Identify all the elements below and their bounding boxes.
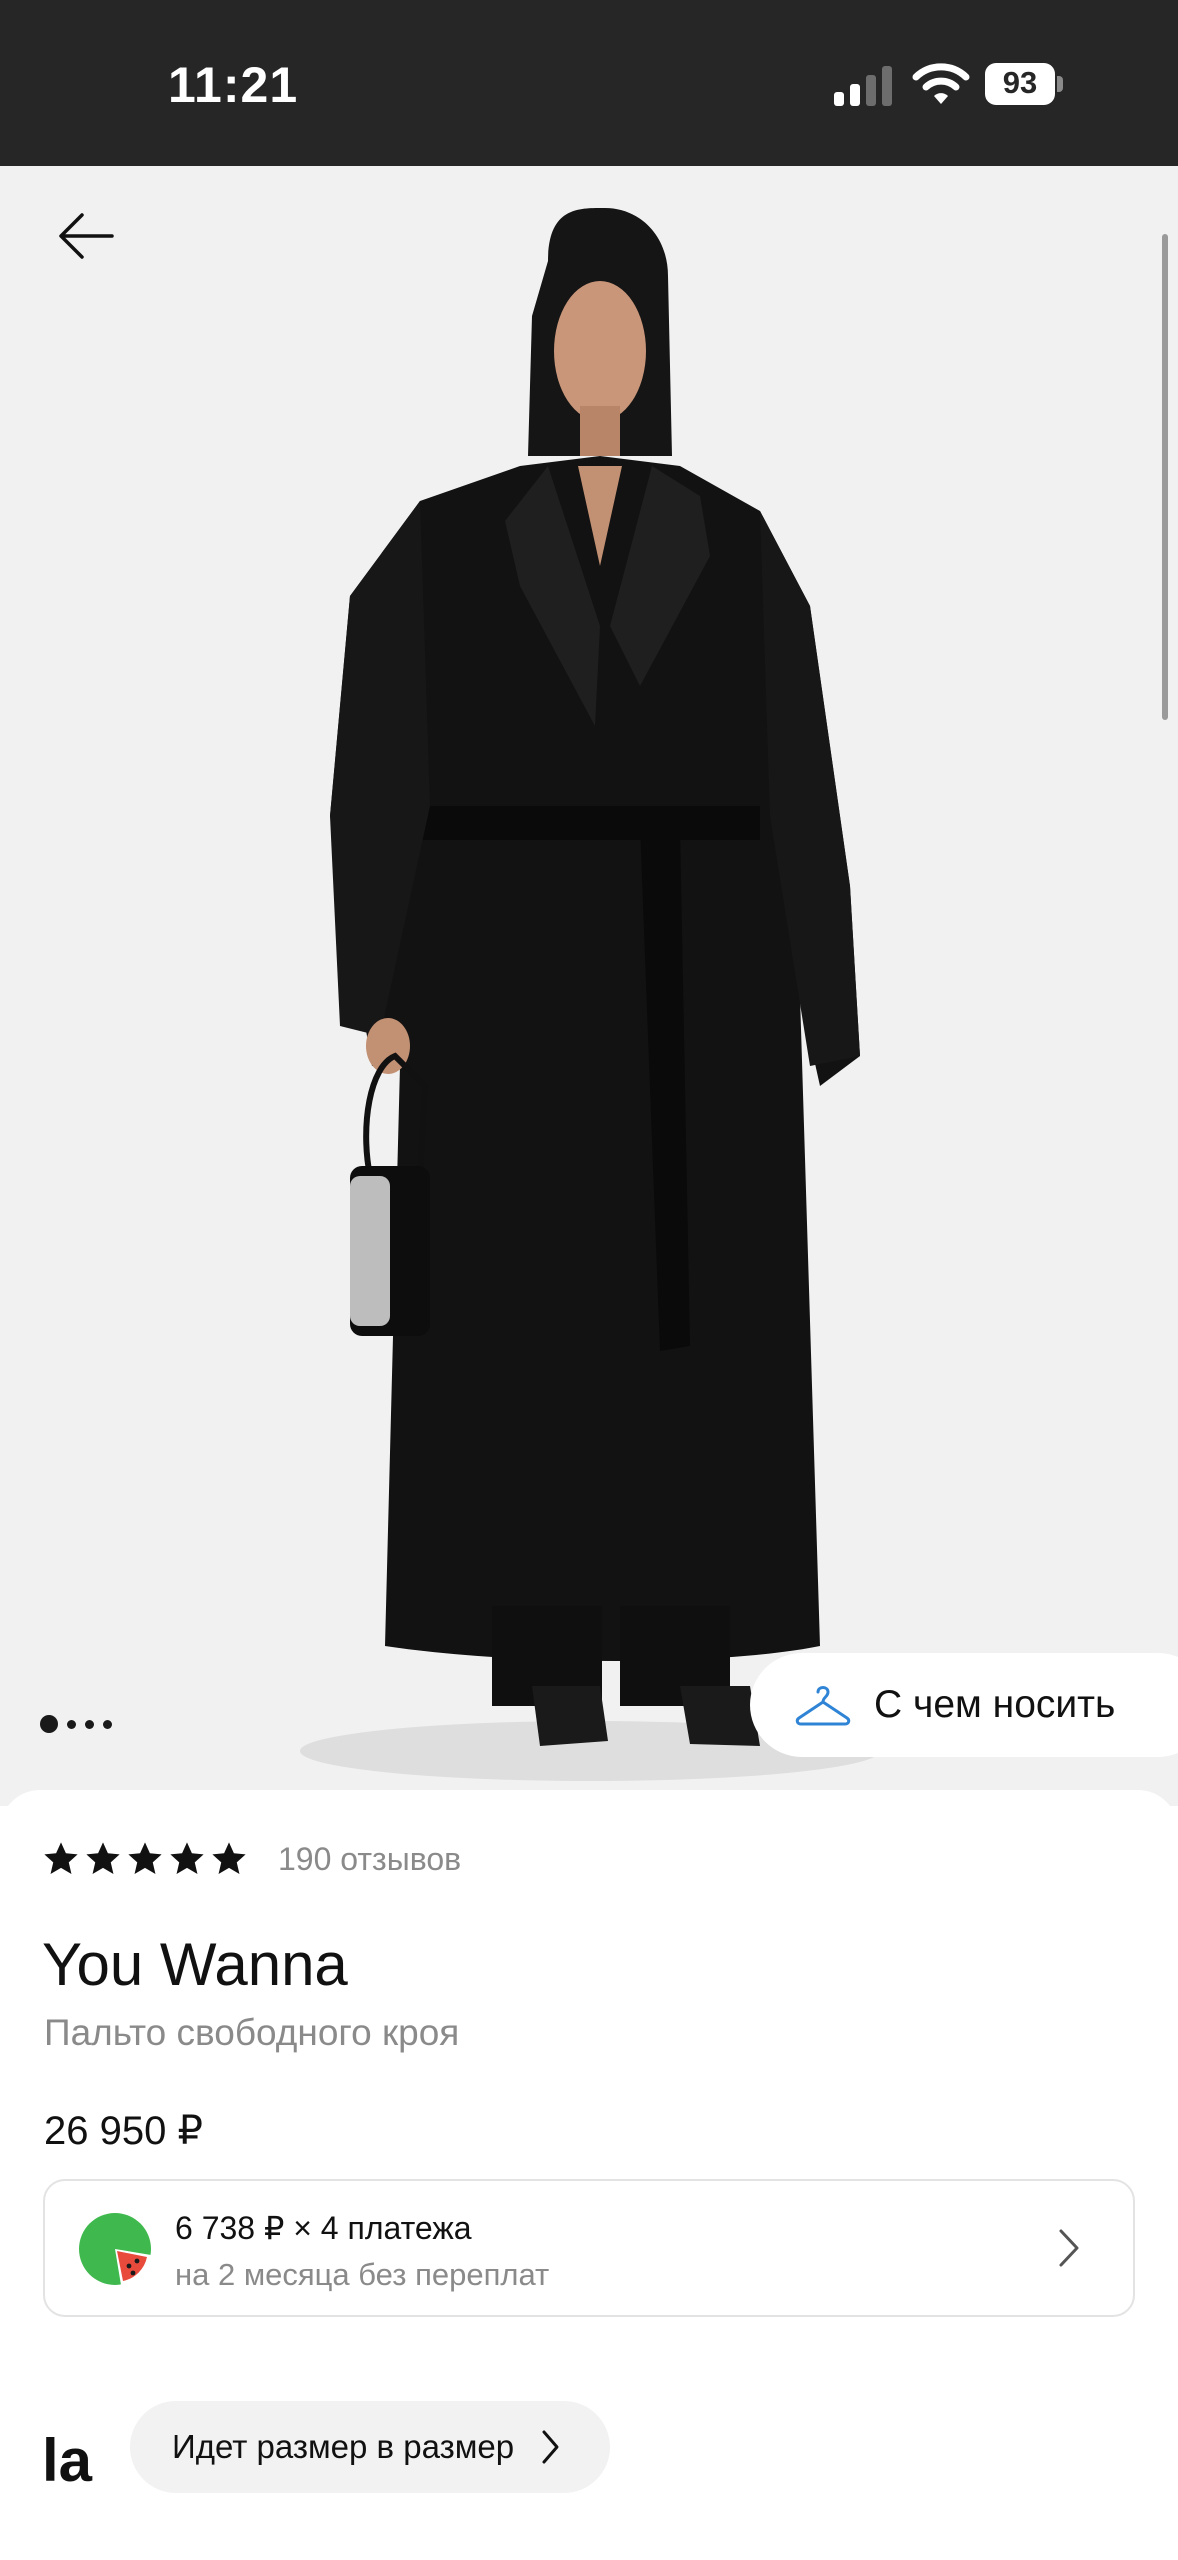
- arrow-left-icon: [59, 213, 114, 259]
- what-to-wear-label: С чем носить: [874, 1683, 1116, 1726]
- chevron-right-icon: [542, 2430, 559, 2464]
- scroll-indicator[interactable]: [1162, 234, 1168, 720]
- hanger-icon: [795, 1686, 851, 1726]
- installment-banner[interactable]: 6 738 ₽ × 4 платежа на 2 месяца без пере…: [43, 2179, 1135, 2317]
- back-button[interactable]: [44, 194, 128, 278]
- installment-subtitle: на 2 месяца без переплат: [175, 2257, 550, 2292]
- rating-stars: [42, 1840, 248, 1878]
- what-to-wear-button[interactable]: С чем носить: [750, 1653, 1178, 1757]
- product-photo: [300, 207, 880, 1781]
- installment-title: 6 738 ₽ × 4 платежа: [175, 2210, 472, 2246]
- product-info-card: 190 отзывов You Wanna Пальто свободного …: [0, 1790, 1178, 2560]
- brand-name[interactable]: You Wanna: [42, 1930, 348, 1999]
- cellular-signal-icon: [834, 66, 892, 106]
- star-icon: [128, 1842, 162, 1875]
- product-price: 26 950 ₽: [44, 2109, 203, 2153]
- star-icon: [86, 1842, 120, 1875]
- pager-dot[interactable]: [67, 1719, 76, 1729]
- star-icon: [170, 1842, 204, 1875]
- rating-row[interactable]: 190 отзывов: [42, 1840, 461, 1878]
- la-logo: la: [42, 2427, 93, 2494]
- star-icon: [44, 1842, 78, 1875]
- pager-dot[interactable]: [85, 1719, 94, 1729]
- battery-level: 93: [1002, 65, 1038, 100]
- status-time: 11:21: [168, 57, 299, 113]
- wifi-icon: [912, 63, 970, 104]
- size-fit-hint-button[interactable]: Идет размер в размер: [130, 2401, 610, 2493]
- product-gallery[interactable]: С чем носить: [0, 166, 1178, 1806]
- reviews-count[interactable]: 190 отзывов: [278, 1841, 461, 1878]
- gallery-pager[interactable]: [40, 1715, 112, 1733]
- battery-indicator: 93: [985, 63, 1063, 105]
- size-fit-label: Идет размер в размер: [172, 2428, 515, 2465]
- pager-dot[interactable]: [103, 1719, 112, 1729]
- battery-tip: [1057, 76, 1063, 92]
- chevron-right-icon: [1059, 2229, 1079, 2267]
- pager-dot[interactable]: [40, 1715, 58, 1733]
- star-icon: [212, 1842, 246, 1875]
- watermelon-icon: [79, 2213, 151, 2285]
- status-bar: 11:21 93: [0, 0, 1178, 166]
- product-title: Пальто свободного кроя: [44, 2012, 460, 2053]
